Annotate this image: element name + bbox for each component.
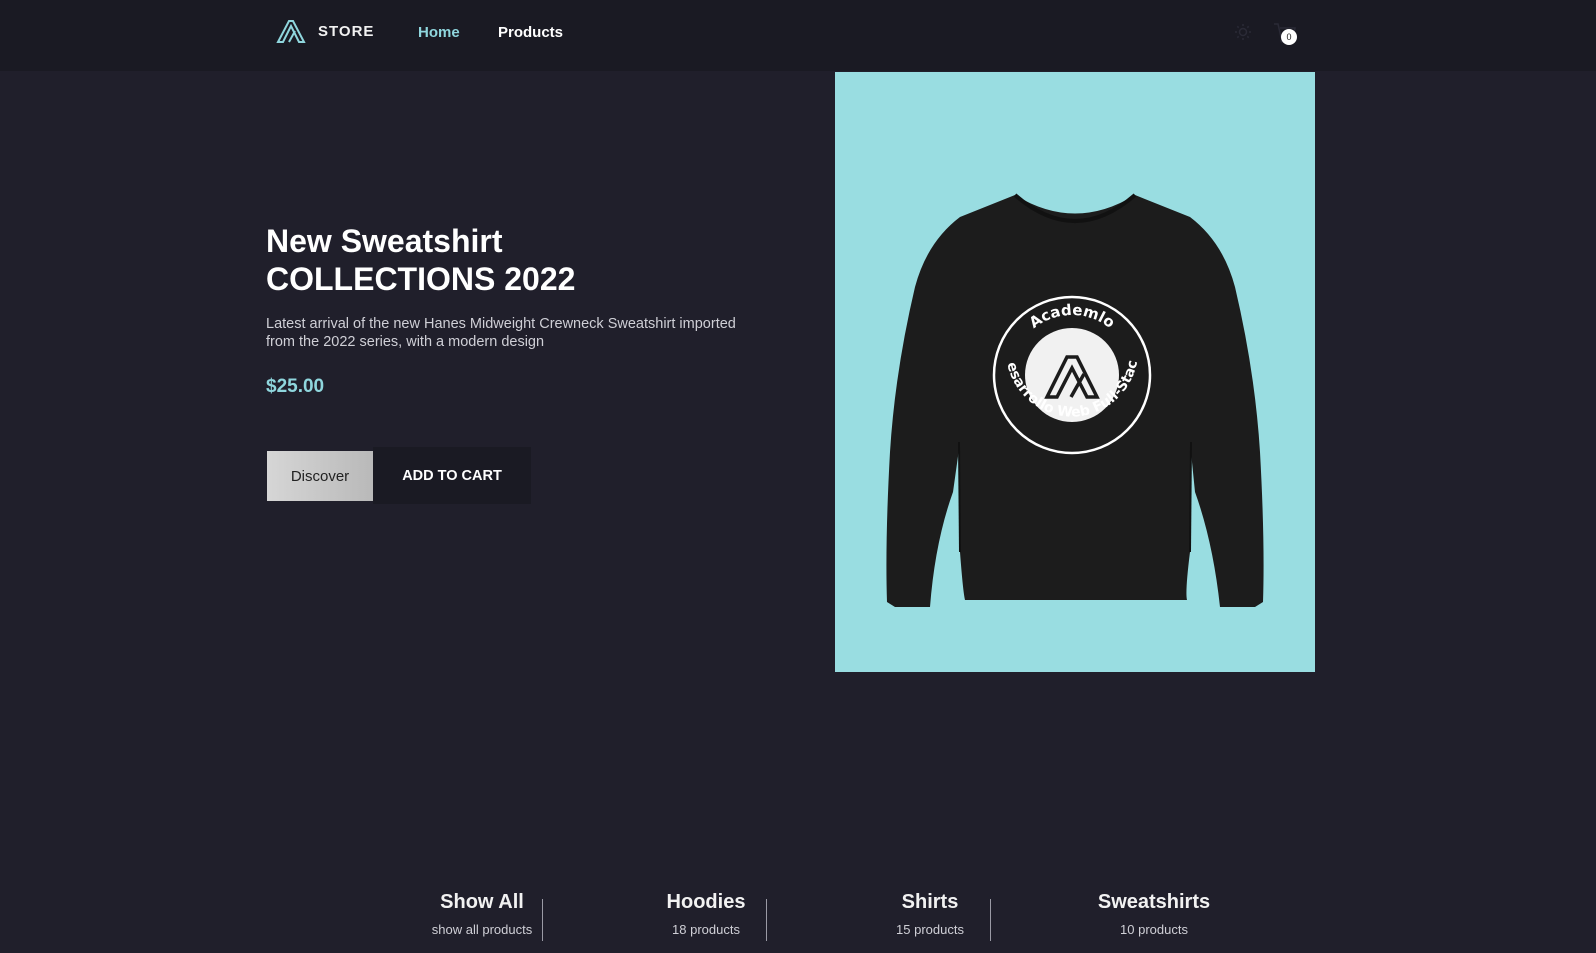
hero-title-line1: New Sweatshirt: [266, 223, 503, 259]
category-count: 18 products: [672, 922, 740, 937]
category-filter-bar: Show All show all products Hoodies 18 pr…: [370, 890, 1266, 953]
nav-products-link[interactable]: Products: [498, 24, 563, 41]
hero-product-image: Academlo Desarrollo Web Full-Stack: [835, 72, 1315, 672]
hero-description: Latest arrival of the new Hanes Midweigh…: [266, 316, 736, 350]
category-count: 15 products: [896, 922, 964, 937]
category-name: Sweatshirts: [1097, 891, 1211, 913]
category-name: Show All: [440, 891, 524, 913]
hero-title-line2: COLLECTIONS 2022: [266, 261, 576, 297]
top-navbar: STORE Home Products 0: [0, 0, 1596, 71]
category-count: 10 products: [1120, 922, 1188, 937]
category-name: Shirts: [901, 891, 959, 913]
hero-price: $25.00: [266, 376, 325, 397]
category-count: show all products: [431, 922, 533, 937]
category-name: Hoodies: [666, 891, 746, 913]
brand-name[interactable]: STORE: [318, 23, 374, 40]
logo-icon[interactable]: [276, 19, 306, 43]
sweatshirt-illustration: Academlo Desarrollo Web Full-Stack: [835, 72, 1264, 607]
category-shirts[interactable]: Shirts 15 products: [818, 890, 1042, 937]
category-hoodies[interactable]: Hoodies 18 products: [594, 890, 818, 937]
add-to-cart-button[interactable]: ADD TO CART: [373, 447, 531, 504]
cart-count-badge: 0: [1281, 29, 1297, 45]
category-divider: [542, 899, 543, 941]
category-divider: [766, 899, 767, 941]
hero-title: New Sweatshirt COLLECTIONS 2022: [266, 222, 786, 298]
category-show-all[interactable]: Show All show all products: [370, 890, 594, 937]
category-sweatshirts[interactable]: Sweatshirts 10 products: [1042, 890, 1266, 937]
nav-home-link[interactable]: Home: [418, 24, 460, 41]
category-divider: [990, 899, 991, 941]
discover-button[interactable]: Discover: [267, 451, 373, 501]
sun-icon[interactable]: [1234, 23, 1252, 41]
